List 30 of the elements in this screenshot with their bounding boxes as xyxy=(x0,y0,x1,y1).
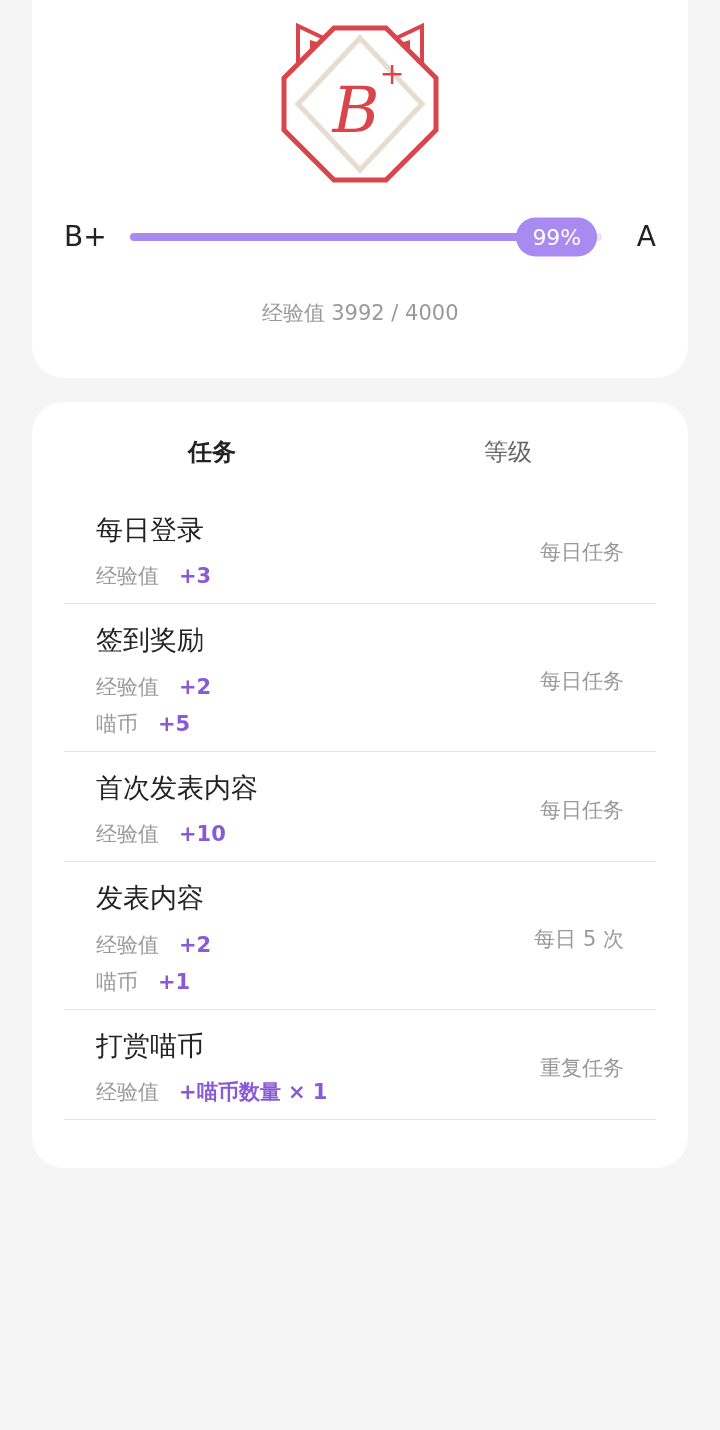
task-title: 发表内容 xyxy=(96,881,205,915)
reward-label: 经验值 xyxy=(96,931,159,959)
task-frequency: 每日任务 xyxy=(540,538,624,566)
task-frequency: 每日 5 次 xyxy=(534,925,624,953)
reward-value: +1 xyxy=(158,968,191,996)
reward-value: +5 xyxy=(158,710,191,738)
reward-label: 经验值 xyxy=(96,821,159,848)
task-title: 签到奖励 xyxy=(96,623,205,657)
experience-caption: 经验值 3992 / 4000 xyxy=(261,300,459,327)
reward-label: 喵币 xyxy=(96,710,138,738)
reward-label: 经验值 xyxy=(96,1079,159,1106)
progress-percent: 99% xyxy=(516,217,598,257)
reward-value: +3 xyxy=(179,563,212,590)
reward-value: +10 xyxy=(179,821,226,848)
task-title: 首次发表内容 xyxy=(96,770,259,805)
reward-label: 经验值 xyxy=(96,673,159,701)
reward-value: +2 xyxy=(179,673,212,701)
next-grade: A xyxy=(635,219,656,255)
tab[interactable]: 任务 xyxy=(64,425,360,478)
current-grade: B+ xyxy=(64,219,108,255)
reward-label: 喵币 xyxy=(96,968,138,996)
task-frequency: 每日任务 xyxy=(540,667,624,695)
task-frequency: 重复任务 xyxy=(540,1054,624,1082)
reward-value: +喵币数量 × 1 xyxy=(179,1079,328,1106)
task-title: 打赏喵币 xyxy=(96,1028,205,1063)
tab[interactable]: 等级 xyxy=(360,425,656,478)
reward-label: 经验值 xyxy=(96,563,159,590)
task-title: 每日登录 xyxy=(96,512,205,547)
reward-value: +2 xyxy=(179,931,212,959)
task-frequency: 每日任务 xyxy=(540,796,624,824)
